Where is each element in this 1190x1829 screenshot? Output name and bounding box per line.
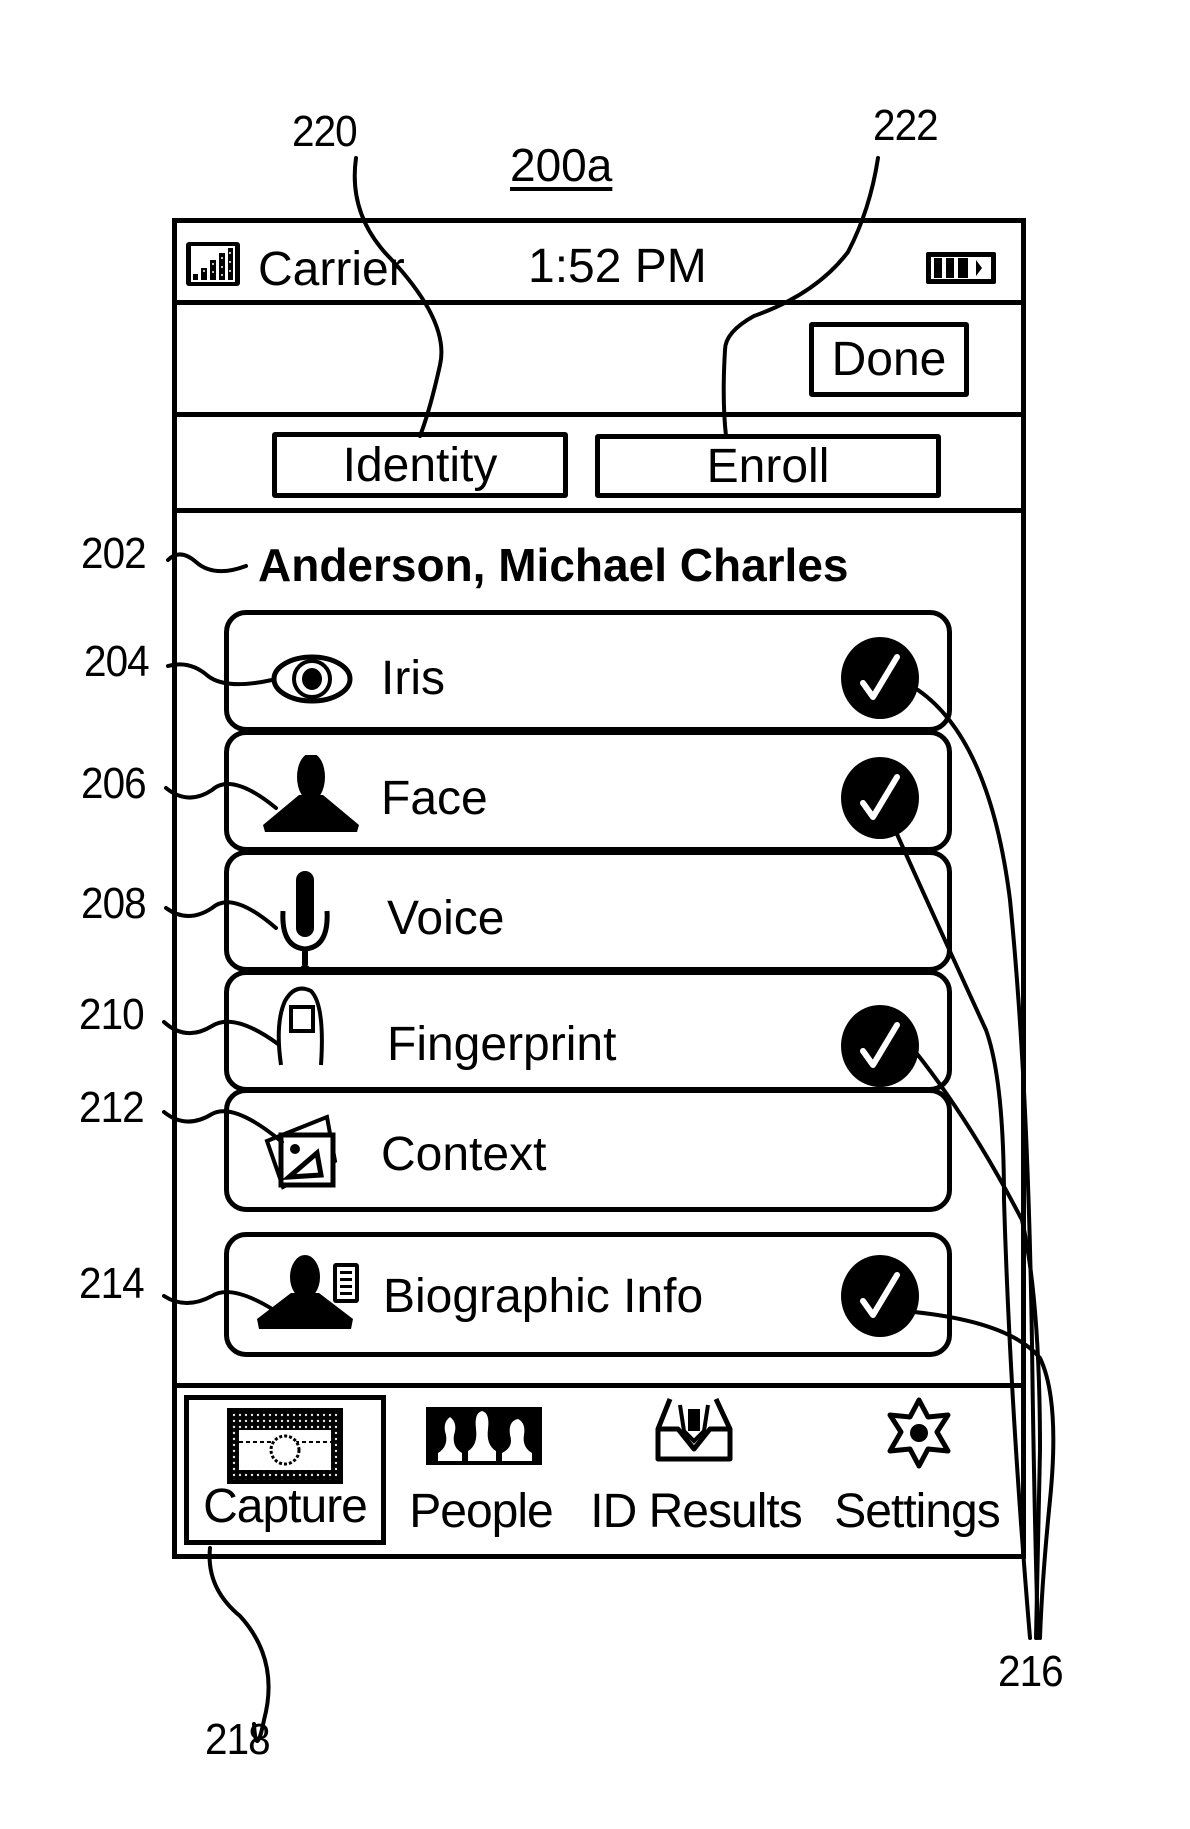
- face-row[interactable]: Face: [224, 730, 952, 852]
- context-label: Context: [381, 1128, 547, 1181]
- status-bar-divider: [172, 300, 1026, 305]
- ref-enroll-tab: 222: [873, 101, 939, 150]
- subject-name: Anderson, Michael Charles: [258, 539, 849, 591]
- figure-title: 200a: [510, 139, 613, 191]
- fingerprint-captured-check-icon: [841, 1005, 919, 1087]
- enroll-tab[interactable]: Enroll: [595, 434, 941, 498]
- fingerprint-icon: [273, 983, 329, 1076]
- identity-tab[interactable]: Identity: [272, 432, 568, 498]
- iris-label: Iris: [381, 652, 445, 705]
- ref-voice-row: 208: [81, 879, 147, 928]
- fingerprint-label: Fingerprint: [387, 1018, 617, 1071]
- fingerprint-row[interactable]: Fingerprint: [224, 970, 952, 1092]
- carrier-name: Carrier: [258, 243, 405, 296]
- biographic-info-captured-check-icon: [841, 1255, 919, 1337]
- id-results-inbox-icon: [652, 1395, 736, 1470]
- ref-check-marks: 216: [998, 1647, 1064, 1696]
- tab-bar-divider: [172, 1383, 1026, 1388]
- ref-biographic-row: 214: [79, 1259, 145, 1308]
- person-silhouette-icon: [259, 753, 363, 840]
- voice-row[interactable]: Voice: [224, 850, 952, 977]
- person-id-card-icon: [255, 1253, 375, 1338]
- biographic-info-label: Biographic Info: [383, 1270, 704, 1323]
- tab-capture[interactable]: Capture: [184, 1395, 386, 1545]
- tab-capture-label: Capture: [203, 1480, 368, 1533]
- face-captured-check-icon: [841, 757, 919, 839]
- segments-divider: [172, 508, 1026, 513]
- ref-capture-tab: 218: [205, 1715, 271, 1764]
- photos-icon: [263, 1111, 343, 1196]
- signal-bars-icon: [184, 240, 242, 288]
- tab-people-label: People: [409, 1485, 553, 1538]
- tab-id-results-label: ID Results: [590, 1485, 802, 1538]
- people-group-icon: [424, 1405, 544, 1472]
- tab-settings[interactable]: Settings: [822, 1395, 1012, 1545]
- voice-label: Voice: [387, 892, 505, 945]
- ref-fingerprint-row: 210: [79, 990, 145, 1039]
- done-button[interactable]: Done: [809, 322, 969, 397]
- tab-people[interactable]: People: [398, 1395, 564, 1545]
- microphone-icon: [275, 869, 335, 984]
- iris-row[interactable]: Iris: [224, 610, 952, 732]
- eye-icon: [271, 653, 353, 710]
- leader-218: [207, 1546, 271, 1743]
- ref-iris-row: 204: [84, 637, 150, 686]
- ref-subject-name: 202: [81, 529, 147, 578]
- face-label: Face: [381, 772, 488, 825]
- context-row[interactable]: Context: [224, 1088, 952, 1212]
- tab-settings-label: Settings: [834, 1485, 1000, 1538]
- gear-star-icon: [884, 1397, 954, 1474]
- ref-face-row: 206: [81, 759, 147, 808]
- biographic-info-row[interactable]: Biographic Info: [224, 1232, 952, 1357]
- ref-identity-tab: 220: [292, 107, 358, 156]
- tab-id-results[interactable]: ID Results: [580, 1395, 812, 1545]
- battery-icon: [924, 250, 998, 286]
- status-time: 1:52 PM: [528, 240, 707, 293]
- ref-context-row: 212: [79, 1083, 145, 1132]
- iris-captured-check-icon: [841, 637, 919, 719]
- toolbar-divider: [172, 412, 1026, 417]
